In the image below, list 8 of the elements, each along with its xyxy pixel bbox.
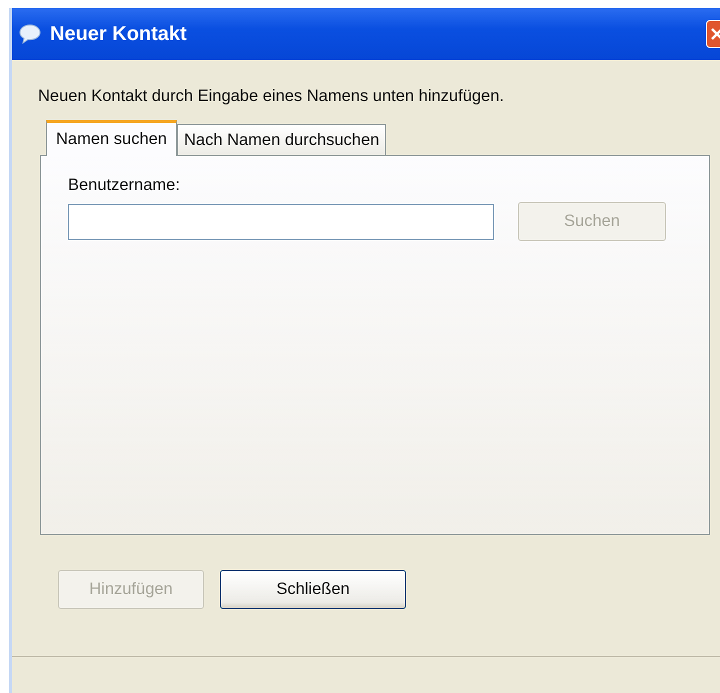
tab[interactable]: Namen suchen bbox=[46, 120, 177, 156]
field-label: Benutzername: bbox=[68, 176, 181, 195]
dialog-button[interactable]: Schließen bbox=[220, 570, 406, 609]
window-title: Neuer Kontakt bbox=[50, 22, 187, 46]
speech-bubble-icon bbox=[18, 23, 42, 45]
username-field[interactable] bbox=[68, 204, 494, 240]
instruction-text: Neuen Kontakt durch Eingabe eines Namens unten hinzufügen. bbox=[38, 87, 505, 106]
tab[interactable]: Nach Namen durchsuchen bbox=[176, 124, 386, 155]
